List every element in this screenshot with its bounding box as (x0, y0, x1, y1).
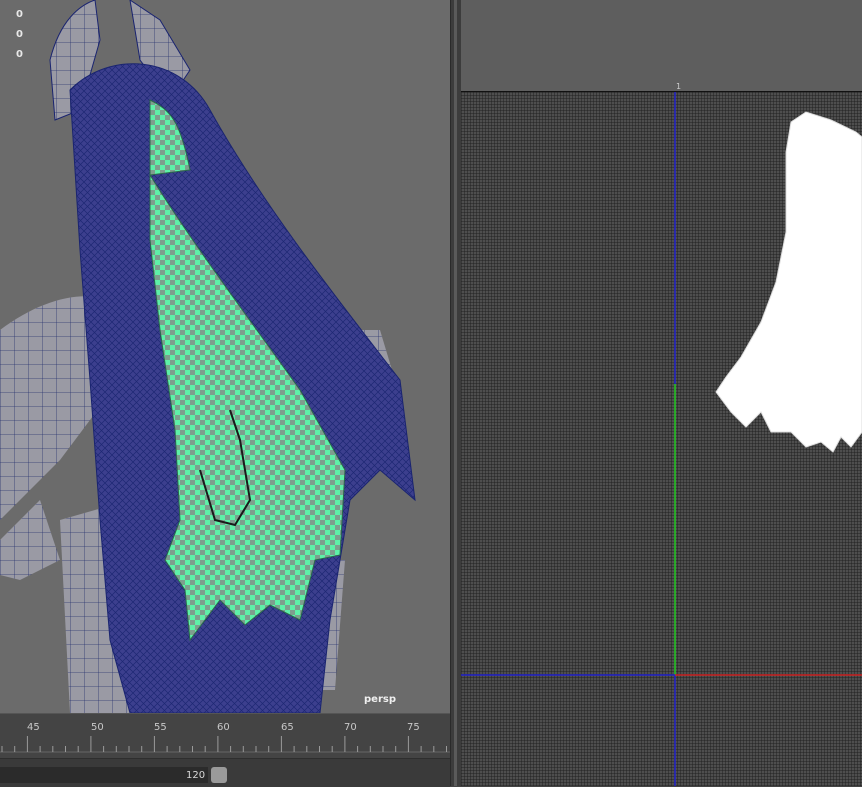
slider-handle-icon[interactable] (211, 767, 227, 783)
frame-label: 75 (407, 722, 420, 733)
range-slider[interactable]: 120 (0, 758, 450, 787)
hud-readout: 0 (16, 9, 23, 20)
frame-label: 55 (154, 722, 167, 733)
uv-editor-header (461, 0, 862, 92)
frame-label: 60 (217, 722, 230, 733)
camera-name-label: persp (364, 694, 396, 705)
uv-grid[interactable] (461, 92, 862, 786)
frame-label: 45 (27, 722, 40, 733)
frame-label: 70 (344, 722, 357, 733)
divider-grip[interactable] (454, 0, 457, 786)
uv-editor-panel[interactable]: 1 (461, 0, 862, 786)
time-slider[interactable]: 45 50 55 60 65 70 75 (0, 713, 450, 759)
range-end-field[interactable] (0, 767, 208, 783)
time-ruler (0, 736, 450, 753)
hud-readout: 0 (16, 29, 23, 40)
hud-readout: 0 (16, 49, 23, 60)
uv-shell[interactable] (715, 111, 862, 453)
frame-label: 50 (91, 722, 104, 733)
uv-tick-label: 1 (676, 82, 682, 91)
range-end-value: 120 (186, 770, 206, 781)
perspective-viewport[interactable]: 0 0 0 persp (0, 0, 450, 713)
frame-label: 65 (281, 722, 294, 733)
character-wireframe (0, 0, 416, 713)
